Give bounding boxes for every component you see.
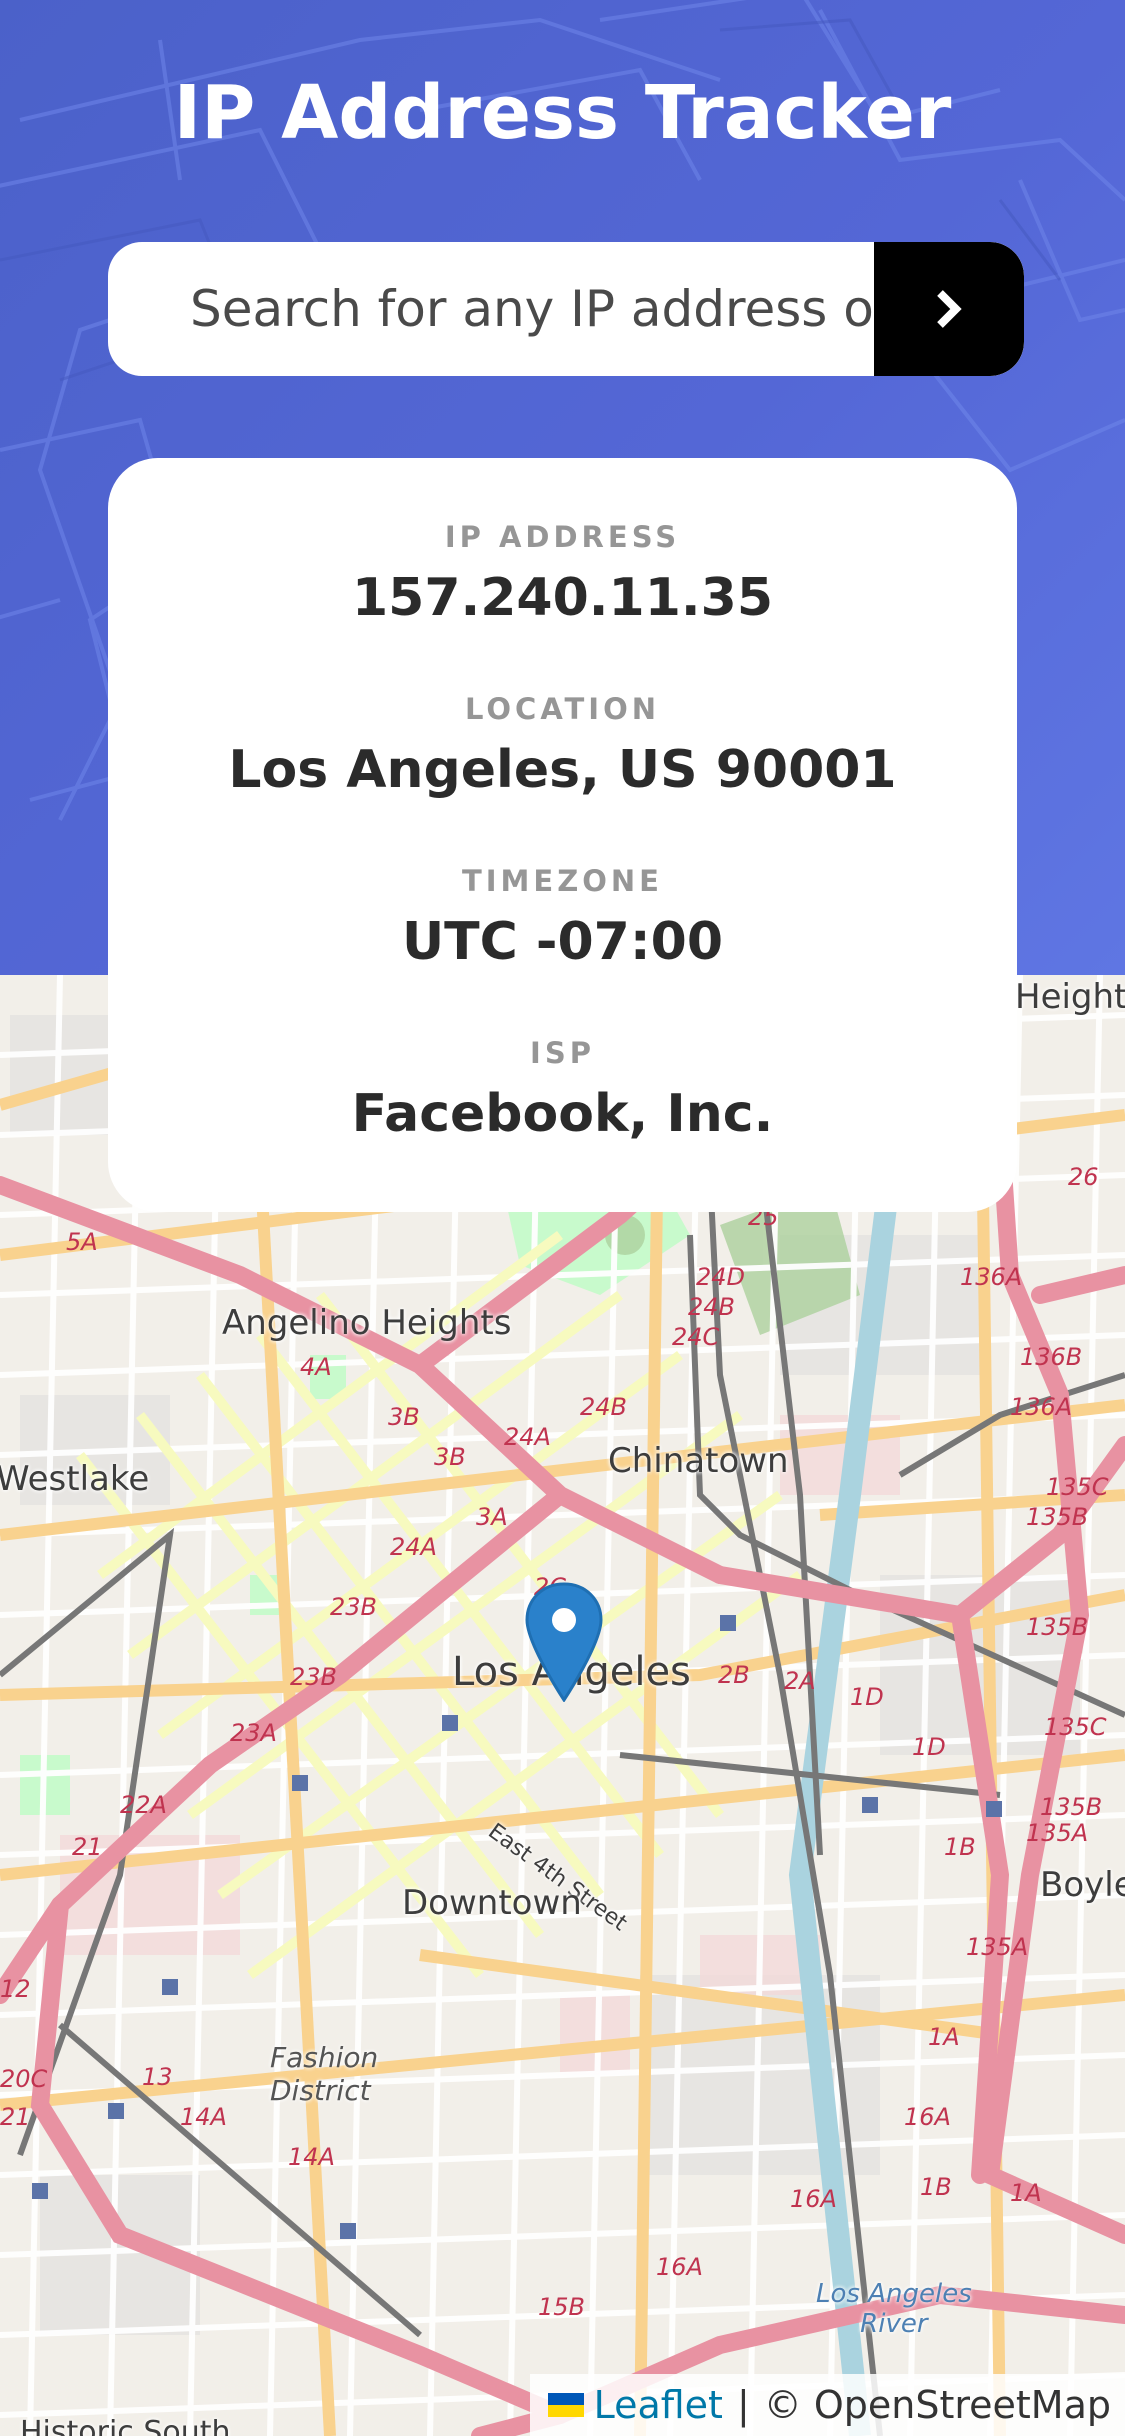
ip-address-label: IP ADDRESS — [444, 520, 681, 554]
svg-text:135B: 135B — [1026, 1613, 1088, 1641]
timezone-value: UTC -07:00 — [401, 912, 724, 972]
svg-text:136B: 136B — [1020, 1343, 1082, 1371]
svg-text:20C: 20C — [0, 2065, 48, 2093]
svg-text:3B: 3B — [388, 1403, 420, 1431]
svg-text:14A: 14A — [288, 2143, 335, 2171]
location-value: Los Angeles, US 90001 — [228, 740, 897, 800]
openstreetmap-credit: © OpenStreetMap — [763, 2383, 1111, 2427]
map-label-westlake: Westlake — [0, 1459, 150, 1499]
ukraine-flag-icon — [547, 2393, 584, 2417]
timezone-section: TIMEZONE UTC -07:00 — [108, 864, 1017, 972]
search-submit-button[interactable] — [874, 242, 1024, 376]
svg-text:1A: 1A — [1010, 2179, 1042, 2207]
svg-text:2B: 2B — [718, 1661, 750, 1689]
chevron-right-icon — [937, 290, 962, 328]
svg-text:23B: 23B — [330, 1593, 377, 1621]
ip-address-value: 157.240.11.35 — [351, 568, 774, 628]
svg-text:15B: 15B — [538, 2293, 585, 2321]
svg-text:24A: 24A — [504, 1423, 551, 1451]
svg-text:1B: 1B — [944, 1833, 976, 1861]
search-form — [108, 242, 1024, 376]
svg-text:16A: 16A — [790, 2185, 837, 2213]
map-label-downtown: Downtown — [402, 1883, 582, 1923]
svg-text:22A: 22A — [120, 1791, 167, 1819]
map-label-la-river: Los Angeles River — [816, 2279, 972, 2339]
svg-text:135B: 135B — [1040, 1793, 1102, 1821]
leaflet-link[interactable]: Leaflet — [594, 2383, 723, 2427]
app-root: IP Address Tracker IP ADDRESS 157.240.11… — [0, 0, 1125, 2436]
map-pin-icon[interactable] — [525, 1582, 603, 1702]
svg-text:24B: 24B — [688, 1293, 735, 1321]
svg-text:16A: 16A — [656, 2253, 703, 2281]
ip-info-card: IP ADDRESS 157.240.11.35 LOCATION Los An… — [108, 458, 1017, 1212]
timezone-label: TIMEZONE — [461, 864, 663, 898]
svg-text:26: 26 — [1068, 1163, 1099, 1191]
svg-text:5A: 5A — [66, 1228, 98, 1256]
svg-text:14A: 14A — [180, 2103, 227, 2131]
isp-value: Facebook, Inc. — [351, 1084, 774, 1144]
isp-label: ISP — [530, 1036, 595, 1070]
map-attribution: Leaflet | © OpenStreetMap — [529, 2374, 1125, 2436]
search-input[interactable] — [108, 242, 874, 376]
svg-text:24B: 24B — [580, 1393, 627, 1421]
map-label-historic-south: Historic South — [20, 2415, 231, 2436]
map-label-fashion-district: Fashion District — [270, 2041, 379, 2107]
svg-text:24D: 24D — [696, 1263, 745, 1291]
svg-text:3B: 3B — [434, 1443, 466, 1471]
map-label-chinatown: Chinatown — [608, 1441, 789, 1481]
svg-text:1A: 1A — [928, 2023, 960, 2051]
attribution-separator: | — [736, 2383, 750, 2427]
svg-text:135A: 135A — [966, 1933, 1028, 1961]
svg-text:1D: 1D — [912, 1733, 946, 1761]
map-label-heights: Heights — [1015, 977, 1125, 1017]
svg-text:2A: 2A — [784, 1667, 816, 1695]
map-label-angelino-heights: Angelino Heights — [222, 1303, 512, 1343]
svg-text:12: 12 — [0, 1975, 31, 2003]
svg-text:1D: 1D — [850, 1683, 884, 1711]
svg-text:16A: 16A — [904, 2103, 951, 2131]
location-section: LOCATION Los Angeles, US 90001 — [108, 692, 1017, 800]
location-label: LOCATION — [464, 692, 661, 726]
svg-text:136A: 136A — [960, 1263, 1022, 1291]
svg-text:135C: 135C — [1044, 1713, 1107, 1741]
page-title: IP Address Tracker — [173, 70, 952, 156]
ip-address-section: IP ADDRESS 157.240.11.35 — [108, 520, 1017, 628]
svg-text:135B: 135B — [1026, 1503, 1088, 1531]
svg-text:3A: 3A — [476, 1503, 508, 1531]
svg-text:23A: 23A — [230, 1719, 277, 1747]
svg-text:24A: 24A — [390, 1533, 437, 1561]
svg-text:135A: 135A — [1026, 1819, 1088, 1847]
svg-text:4A: 4A — [300, 1353, 332, 1381]
map-label-boyle: Boyle — [1040, 1865, 1125, 1905]
svg-text:24C: 24C — [672, 1323, 720, 1351]
svg-text:13: 13 — [142, 2063, 173, 2091]
isp-section: ISP Facebook, Inc. — [108, 1036, 1017, 1144]
svg-text:135C: 135C — [1046, 1473, 1109, 1501]
svg-text:21: 21 — [72, 1833, 103, 1861]
svg-text:1B: 1B — [920, 2173, 952, 2201]
svg-text:23B: 23B — [290, 1663, 337, 1691]
svg-text:21: 21 — [0, 2103, 31, 2131]
svg-text:136A: 136A — [1010, 1393, 1072, 1421]
